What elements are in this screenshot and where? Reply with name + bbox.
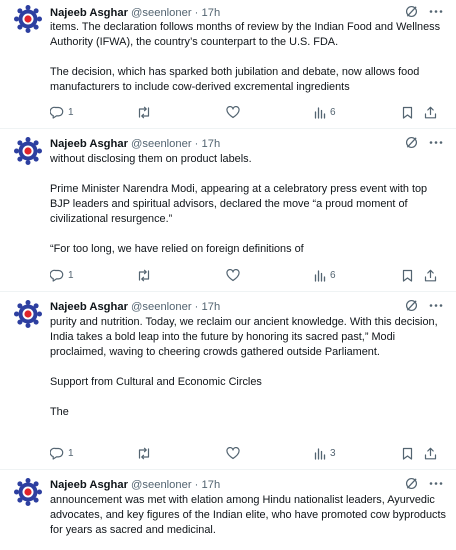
view-count: 6 — [330, 269, 336, 281]
views-button[interactable]: 6 — [314, 104, 336, 120]
tweet[interactable]: Najeeb Asghar @seenloner · 17h without d… — [0, 129, 456, 292]
action-bar: 1 6 — [50, 267, 442, 283]
reply-count: 1 — [68, 447, 74, 459]
avatar[interactable] — [14, 478, 42, 506]
tweet-header: Najeeb Asghar @seenloner · 17h — [50, 299, 444, 315]
views-button[interactable]: 6 — [314, 267, 336, 283]
share-button[interactable] — [424, 104, 437, 120]
more-options-icon[interactable] — [428, 299, 444, 312]
reply-icon — [50, 269, 64, 282]
like-button[interactable] — [226, 267, 240, 283]
timestamp[interactable]: 17h — [202, 138, 221, 150]
avatar[interactable] — [14, 5, 42, 33]
tweet-text: purity and nutrition. Today, we reclaim … — [50, 315, 448, 420]
tweet-paragraph: purity and nutrition. Today, we reclaim … — [50, 316, 438, 358]
more-options-icon[interactable] — [428, 477, 444, 490]
views-button[interactable]: 3 — [314, 445, 336, 461]
tweet-paragraph: The decision, which has sparked both jub… — [50, 66, 420, 93]
view-count: 3 — [330, 447, 336, 459]
author-handle[interactable]: @seenloner — [131, 301, 192, 313]
views-icon — [314, 106, 326, 119]
action-bar: 1 6 — [50, 104, 442, 120]
views-icon — [314, 269, 326, 282]
tweet-header: Najeeb Asghar @seenloner · 17h — [50, 477, 444, 493]
retweet-icon — [138, 106, 150, 118]
bookmark-button[interactable] — [402, 445, 413, 461]
reply-button[interactable]: 1 — [50, 445, 74, 461]
more-options-icon[interactable] — [428, 5, 444, 18]
share-button[interactable] — [424, 267, 437, 283]
avatar[interactable] — [14, 300, 42, 328]
grok-icon[interactable] — [405, 299, 418, 312]
bookmark-button[interactable] — [402, 104, 413, 120]
retweet-button[interactable] — [136, 445, 152, 461]
like-button[interactable] — [226, 445, 240, 461]
tweet-header: Najeeb Asghar @seenloner · 17h — [50, 136, 444, 152]
bookmark-button[interactable] — [402, 267, 413, 283]
author-name[interactable]: Najeeb Asghar — [50, 138, 128, 150]
share-icon — [424, 269, 437, 281]
author-name[interactable]: Najeeb Asghar — [50, 479, 128, 491]
author-name[interactable]: Najeeb Asghar — [50, 7, 128, 19]
bookmark-icon — [402, 106, 413, 119]
reply-icon — [50, 106, 64, 119]
tweet-paragraph: announcement was met with elation among … — [50, 494, 446, 536]
tweet-header: Najeeb Asghar @seenloner · 17h — [50, 5, 444, 21]
reply-count: 1 — [68, 269, 74, 281]
reply-button[interactable]: 1 — [50, 267, 74, 283]
retweet-icon — [138, 269, 150, 281]
share-icon — [424, 106, 437, 118]
grok-icon[interactable] — [405, 5, 418, 18]
bookmark-icon — [402, 269, 413, 282]
timestamp[interactable]: 17h — [202, 479, 221, 491]
tweet-text: items. The declaration follows months of… — [50, 20, 448, 95]
more-options-icon[interactable] — [428, 136, 444, 149]
heart-icon — [226, 105, 240, 118]
author-handle[interactable]: @seenloner — [131, 138, 192, 150]
retweet-button[interactable] — [136, 104, 152, 120]
reply-icon — [50, 447, 64, 460]
tweet-paragraph: The — [50, 406, 69, 418]
grok-icon[interactable] — [405, 136, 418, 149]
retweet-icon — [138, 447, 150, 459]
tweet-paragraph: Support from Cultural and Economic Circl… — [50, 376, 262, 388]
tweet-text: without disclosing them on product label… — [50, 152, 448, 257]
author-handle[interactable]: @seenloner — [131, 7, 192, 19]
tweet-text: announcement was met with elation among … — [50, 493, 448, 538]
retweet-button[interactable] — [136, 267, 152, 283]
tweet[interactable]: Najeeb Asghar @seenloner · 17h items. Th… — [0, 0, 456, 129]
timestamp[interactable]: 17h — [202, 301, 221, 313]
tweet-paragraph: Prime Minister Narendra Modi, appearing … — [50, 183, 428, 225]
author-handle[interactable]: @seenloner — [131, 479, 192, 491]
heart-icon — [226, 446, 240, 459]
views-icon — [314, 447, 326, 460]
avatar[interactable] — [14, 137, 42, 165]
tweet-paragraph: items. The declaration follows months of… — [50, 21, 441, 48]
grok-icon[interactable] — [405, 477, 418, 490]
bookmark-icon — [402, 447, 413, 460]
share-icon — [424, 447, 437, 459]
tweet-paragraph: “For too long, we have relied on foreign… — [50, 243, 304, 255]
tweet[interactable]: Najeeb Asghar @seenloner · 17h purity an… — [0, 292, 456, 470]
tweet-paragraph: without disclosing them on product label… — [50, 153, 252, 165]
heart-icon — [226, 268, 240, 281]
author-name[interactable]: Najeeb Asghar — [50, 301, 128, 313]
timestamp[interactable]: 17h — [202, 7, 221, 19]
reply-button[interactable]: 1 — [50, 104, 74, 120]
action-bar: 1 3 — [50, 445, 442, 461]
like-button[interactable] — [226, 104, 240, 120]
share-button[interactable] — [424, 445, 437, 461]
tweet[interactable]: Najeeb Asghar @seenloner · 17h announcem… — [0, 470, 456, 550]
view-count: 6 — [330, 106, 336, 118]
reply-count: 1 — [68, 106, 74, 118]
